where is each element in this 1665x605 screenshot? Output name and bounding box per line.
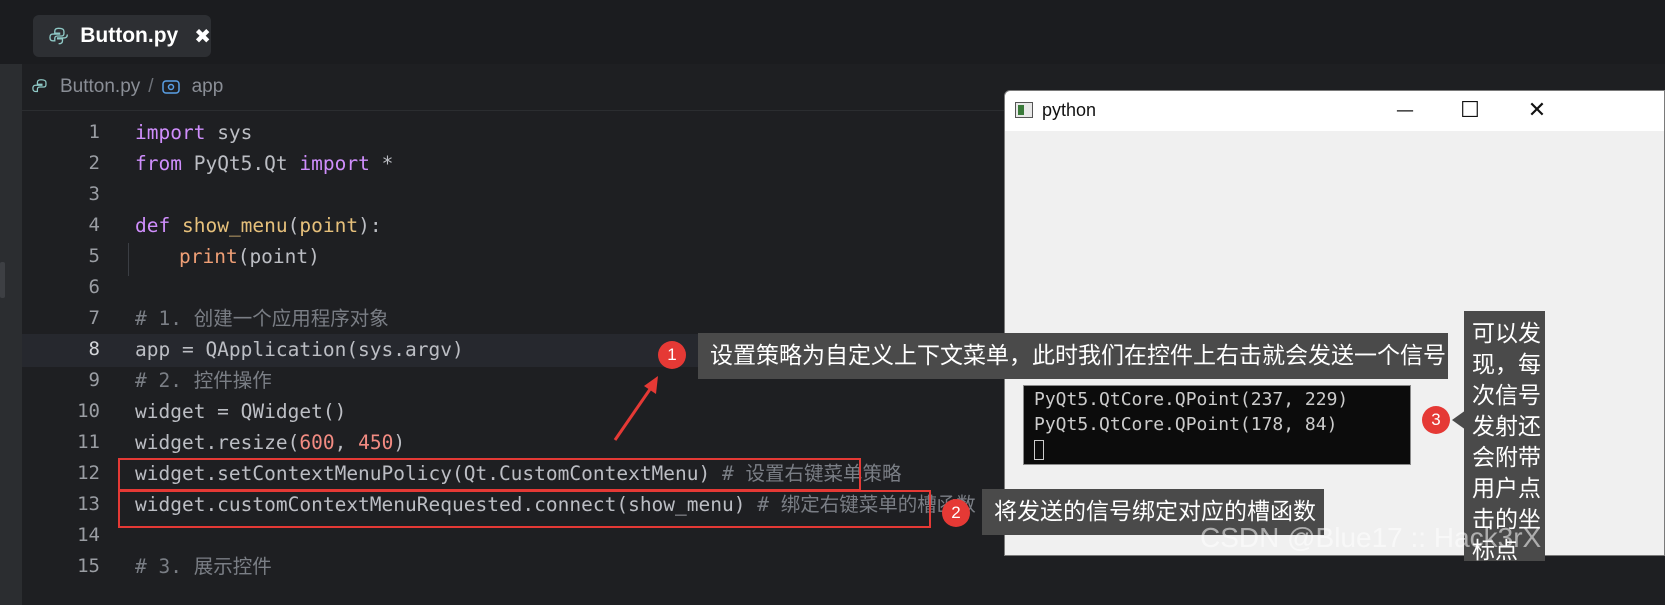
variable-icon xyxy=(161,80,180,94)
line-number: 2 xyxy=(88,152,100,174)
app-window-icon xyxy=(1015,102,1033,118)
python-file-icon xyxy=(32,79,47,93)
highlight-box-line-12 xyxy=(118,458,861,491)
console-line: PyQt5.QtCore.QPoint(237, 229) xyxy=(1034,389,1349,410)
console-output[interactable]: PyQt5.QtCore.QPoint(237, 229) PyQt5.QtCo… xyxy=(1023,385,1411,465)
line-number: 11 xyxy=(77,431,100,453)
tool-strip-marker xyxy=(0,262,5,298)
code-line[interactable]: def show_menu(point): xyxy=(135,209,382,242)
minimize-icon[interactable]: — xyxy=(1375,91,1435,131)
line-number: 4 xyxy=(88,214,100,236)
annotation-callout-1-overlay: 设置策略为自定义上下文菜单，此时我们在控件上右击就会发送一个信号 xyxy=(698,333,1448,379)
breadcrumb-file[interactable]: Button.py xyxy=(60,76,140,98)
code-line[interactable]: widget = QWidget() xyxy=(135,395,346,428)
line-number: 1 xyxy=(88,121,100,143)
annotation-arrow xyxy=(613,376,658,441)
code-comment[interactable]: # 1. 创建一个应用程序对象 xyxy=(135,302,389,335)
line-number: 3 xyxy=(88,183,100,205)
breadcrumb-separator: / xyxy=(148,76,154,97)
close-icon[interactable]: ✕ xyxy=(1507,91,1567,131)
breadcrumb: Button.py / app xyxy=(32,72,223,102)
line-number: 7 xyxy=(88,307,100,329)
console-cursor xyxy=(1034,440,1044,460)
tab-label: Button.py xyxy=(80,24,179,47)
code-comment[interactable]: # 2. 控件操作 xyxy=(135,364,272,397)
line-number: 10 xyxy=(77,400,100,422)
highlight-box-line-13 xyxy=(118,490,931,528)
code-line[interactable]: widget.resize(600, 450) xyxy=(135,426,405,459)
annotation-badge-3: 3 xyxy=(1422,406,1450,434)
close-tab-icon[interactable]: ✖ xyxy=(194,24,211,48)
annotation-badge-2: 2 xyxy=(942,499,970,527)
tab-bar xyxy=(0,0,1665,64)
breadcrumb-symbol[interactable]: app xyxy=(192,76,224,98)
annotation-badge-1: 1 xyxy=(658,341,686,369)
line-number: 15 xyxy=(77,555,100,577)
line-number: 13 xyxy=(77,493,100,515)
watermark: CSDN @Blue17 :: Hack3rX xyxy=(1200,522,1542,553)
line-number: 9 xyxy=(88,369,100,391)
line-number: 5 xyxy=(88,245,100,267)
line-number: 14 xyxy=(77,524,100,546)
python-file-icon xyxy=(49,27,68,45)
python-window-titlebar[interactable]: python — ☐ ✕ xyxy=(1005,91,1664,131)
code-line[interactable]: app = QApplication(sys.argv) xyxy=(135,333,464,366)
python-window[interactable]: python — ☐ ✕ xyxy=(1004,90,1665,556)
console-line: PyQt5.QtCore.QPoint(178, 84) xyxy=(1034,414,1338,435)
tab-button-py[interactable]: Button.py ✖ xyxy=(33,15,211,57)
code-line[interactable]: import sys xyxy=(135,116,252,149)
left-tool-strip xyxy=(0,0,22,605)
line-number: 6 xyxy=(88,276,100,298)
line-number: 12 xyxy=(77,462,100,484)
maximize-icon[interactable]: ☐ xyxy=(1440,91,1500,131)
code-line[interactable]: print(point) xyxy=(179,240,320,273)
code-comment[interactable]: # 3. 展示控件 xyxy=(135,550,272,583)
python-window-title: python xyxy=(1042,100,1097,120)
code-line[interactable]: from PyQt5.Qt import * xyxy=(135,147,393,180)
line-number: 8 xyxy=(88,338,100,360)
